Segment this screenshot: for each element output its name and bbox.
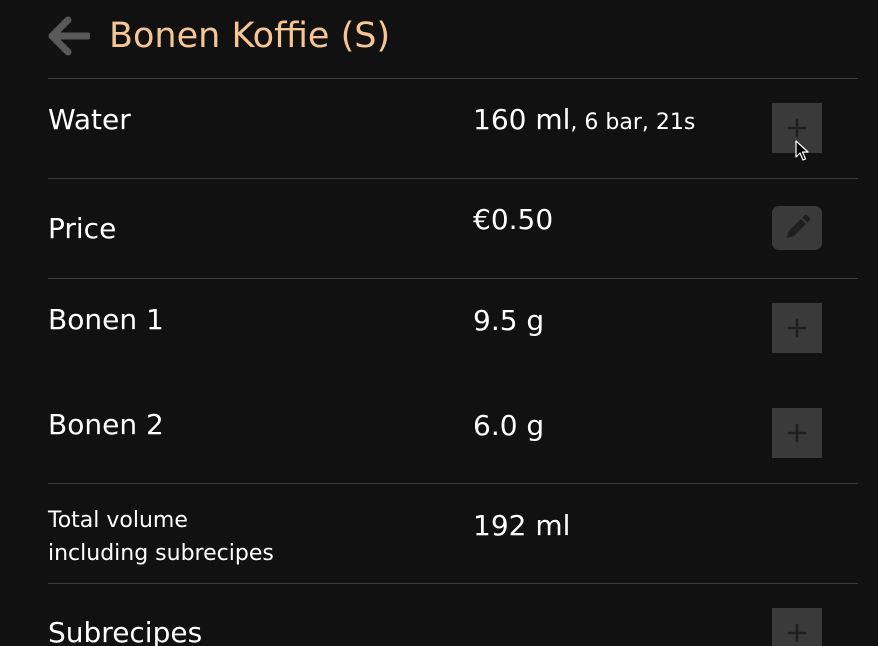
bonen1-label: Bonen 1	[48, 303, 164, 336]
bonen1-value: 9.5 g	[473, 304, 545, 337]
bonen2-value: 6.0 g	[473, 409, 545, 442]
water-label: Water	[48, 103, 131, 136]
divider	[48, 178, 858, 179]
water-details: , 6 bar, 21s	[570, 110, 696, 135]
plus-icon	[787, 623, 807, 643]
add-water-button[interactable]	[772, 103, 822, 153]
divider	[48, 278, 858, 279]
add-subrecipe-button[interactable]	[772, 608, 822, 646]
bonen2-label: Bonen 2	[48, 408, 164, 441]
plus-icon	[787, 118, 807, 138]
subrecipes-label: Subrecipes	[48, 616, 203, 646]
divider	[48, 583, 858, 584]
price-label: Price	[48, 212, 117, 245]
edit-price-button[interactable]	[772, 206, 822, 250]
total-volume-value: 192 ml	[473, 509, 571, 542]
divider	[48, 78, 858, 79]
recipe-detail-page: Bonen Koffie (S) Water 160 ml, 6 bar, 21…	[0, 0, 878, 646]
page-title: Bonen Koffie (S)	[109, 16, 391, 56]
add-bonen1-button[interactable]	[772, 303, 822, 353]
pencil-icon	[787, 214, 811, 238]
add-bonen2-button[interactable]	[772, 408, 822, 458]
water-volume: 160 ml	[473, 103, 571, 136]
arrow-left-icon	[48, 16, 90, 56]
total-volume-sublabel: including subrecipes	[48, 541, 274, 566]
back-button[interactable]	[44, 14, 92, 58]
divider	[48, 483, 858, 484]
price-value: €0.50	[473, 203, 554, 236]
plus-icon	[787, 423, 807, 443]
total-volume-label: Total volume	[48, 508, 188, 533]
page-header: Bonen Koffie (S)	[0, 0, 878, 78]
plus-icon	[787, 318, 807, 338]
water-value: 160 ml, 6 bar, 21s	[473, 102, 695, 141]
